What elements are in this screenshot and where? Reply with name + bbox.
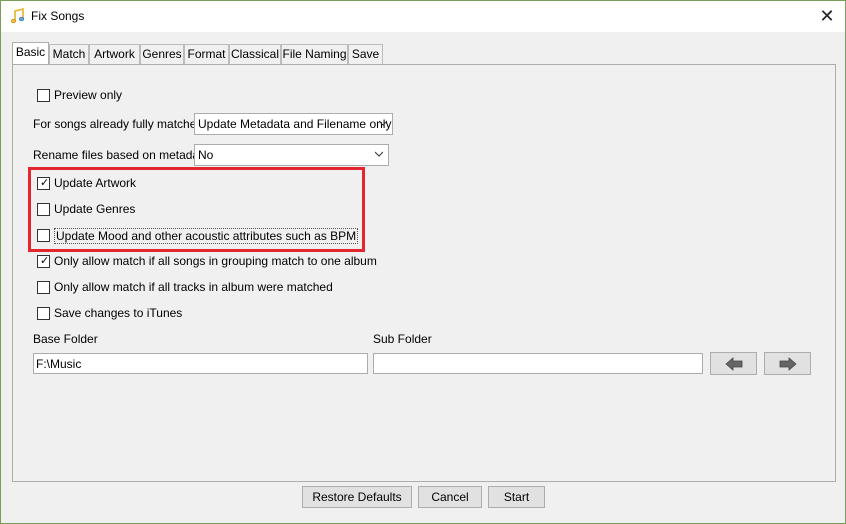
sub-folder-label: Sub Folder (373, 332, 432, 346)
close-icon[interactable]: ✕ (815, 4, 839, 28)
tab-save[interactable]: Save (348, 44, 383, 64)
tab-basic[interactable]: Basic (12, 42, 49, 65)
forward-button[interactable] (764, 352, 811, 375)
chevron-down-icon (379, 120, 387, 126)
base-folder-input[interactable]: F:\Music (33, 353, 368, 374)
sub-folder-input[interactable] (373, 353, 703, 374)
fix-songs-window: Fix Songs ✕ Basic Match Artwork Genres F… (0, 0, 846, 524)
tab-genres[interactable]: Genres (140, 44, 184, 64)
arrow-left-icon (725, 357, 743, 371)
highlight-box (28, 167, 365, 252)
already-matched-label: For songs already fully matched (33, 117, 204, 131)
rename-files-value: No (198, 148, 214, 162)
save-itunes-label: Save changes to iTunes (54, 306, 183, 320)
back-button[interactable] (710, 352, 757, 375)
only-all-tracks-label: Only allow match if all tracks in album … (54, 280, 333, 294)
already-matched-select[interactable]: Update Metadata and Filename only (194, 113, 393, 135)
rename-files-label: Rename files based on metadata (33, 148, 210, 162)
cancel-button[interactable]: Cancel (418, 486, 482, 508)
start-button[interactable]: Start (488, 486, 545, 508)
restore-defaults-button[interactable]: Restore Defaults (302, 486, 412, 508)
tab-classical[interactable]: Classical (229, 44, 281, 64)
base-folder-label: Base Folder (33, 332, 98, 346)
tab-artwork[interactable]: Artwork (89, 44, 140, 64)
only-all-tracks-checkbox[interactable] (37, 281, 50, 294)
rename-files-select[interactable]: No (194, 144, 389, 166)
preview-only-checkbox[interactable] (37, 89, 50, 102)
tab-match[interactable]: Match (49, 44, 89, 64)
arrow-right-icon (779, 357, 797, 371)
tab-format[interactable]: Format (184, 44, 229, 64)
already-matched-value: Update Metadata and Filename only (198, 117, 392, 131)
base-folder-value: F:\Music (36, 357, 82, 371)
save-itunes-checkbox[interactable] (37, 307, 50, 320)
check-icon: ✓ (40, 255, 50, 267)
title-bar: Fix Songs ✕ (1, 1, 845, 32)
only-grouping-label: Only allow match if all songs in groupin… (54, 254, 377, 268)
chevron-down-icon (375, 151, 383, 157)
music-note-icon (10, 8, 25, 24)
tab-file-naming[interactable]: File Naming (281, 44, 348, 64)
preview-only-label: Preview only (54, 88, 123, 102)
only-grouping-checkbox[interactable]: ✓ (37, 255, 50, 268)
window-title: Fix Songs (31, 9, 85, 23)
